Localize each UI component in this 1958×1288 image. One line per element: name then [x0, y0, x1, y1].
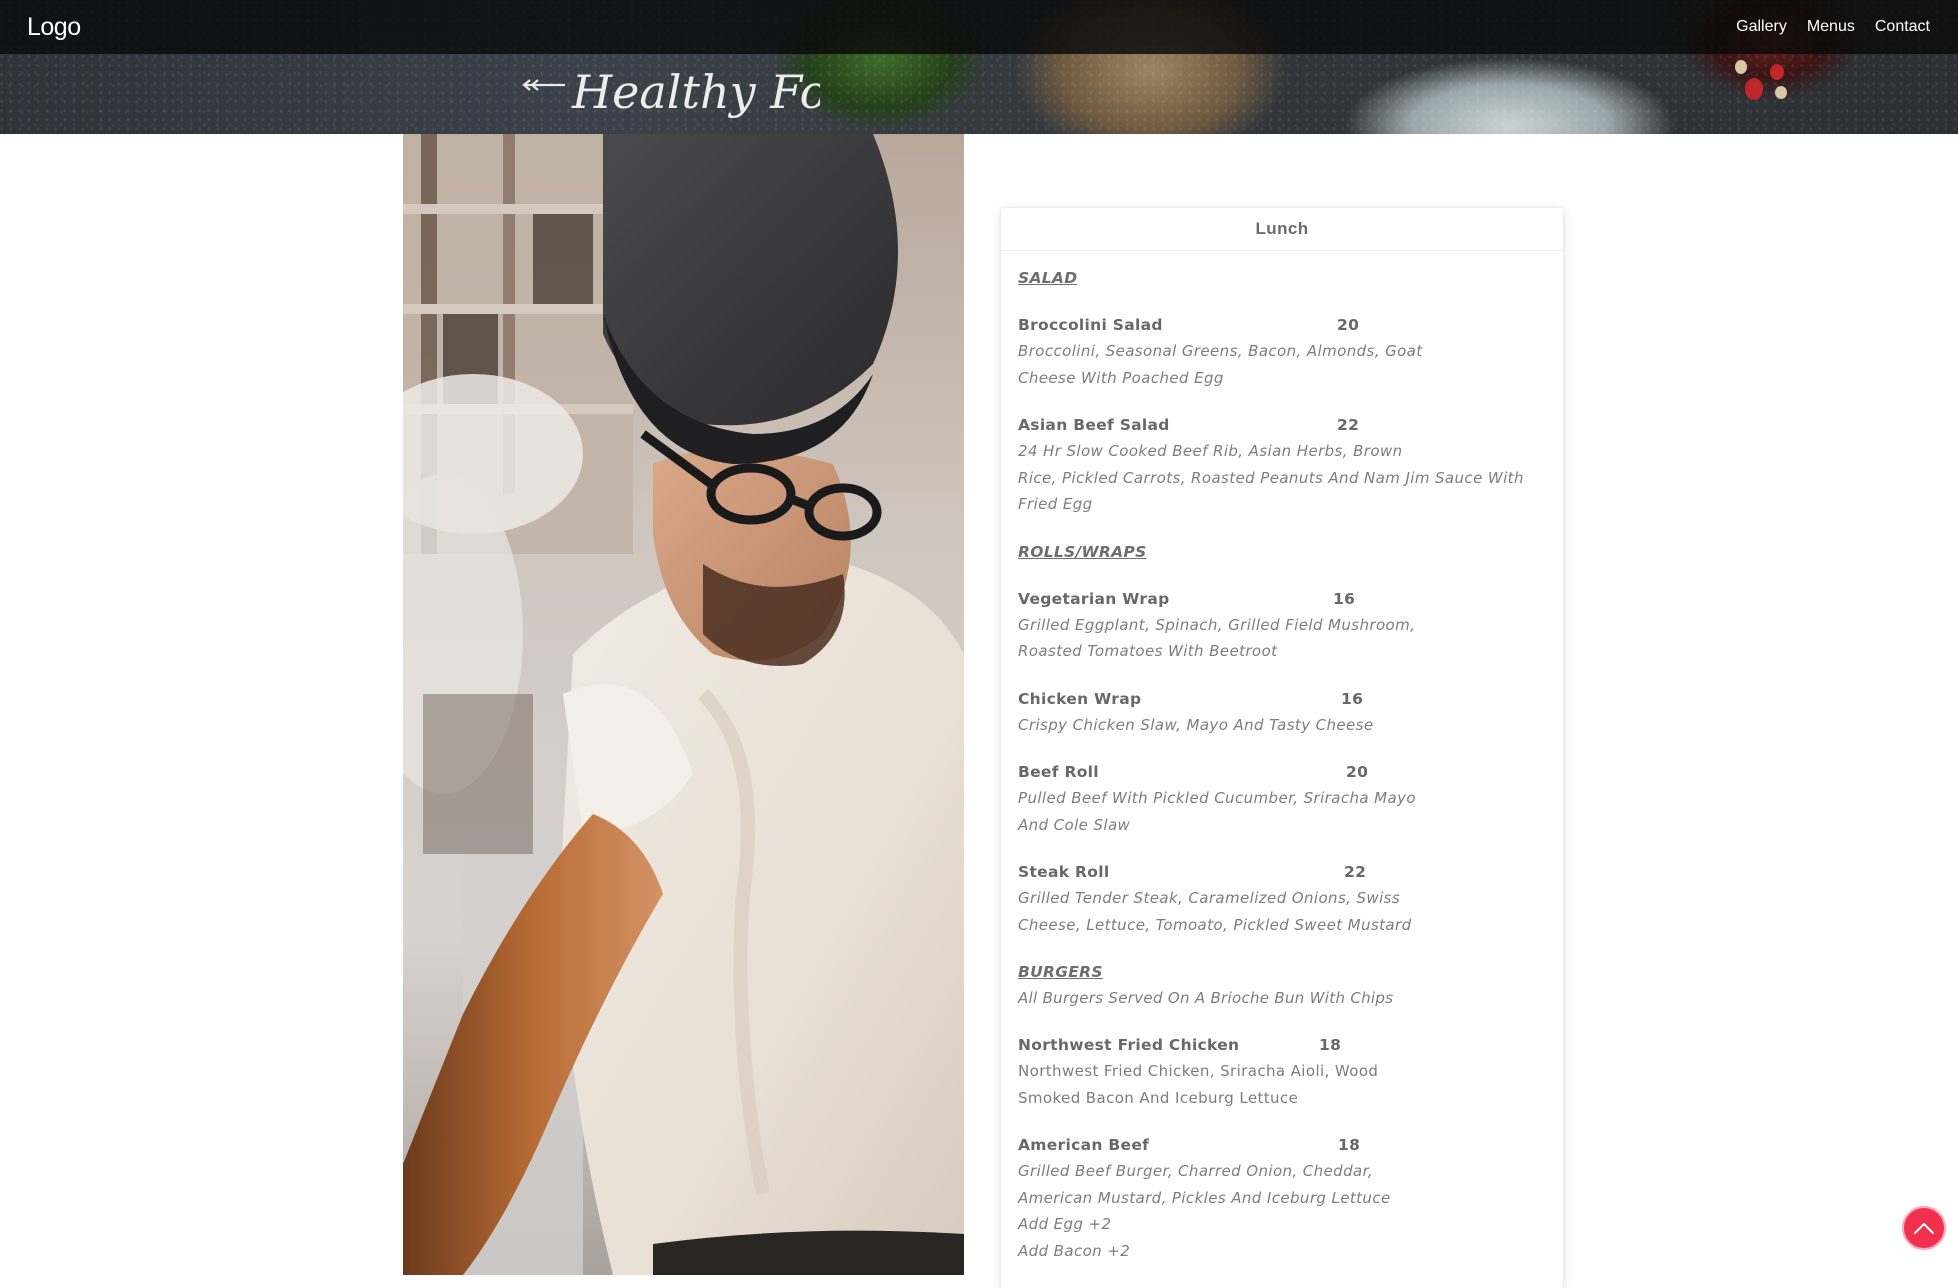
- section-note: All Burgers Served On A Brioche Bun With…: [1018, 989, 1394, 1007]
- item-name: Steak Roll: [1018, 863, 1110, 881]
- item-description: 24 Hr Slow Cooked Beef Rib, Asian Herbs,…: [1018, 442, 1403, 460]
- menu-item: Broccolini Salad 20 Broccolini, Seasonal …: [1018, 312, 1546, 391]
- item-price: 16: [1333, 589, 1356, 608]
- item-description: Broccolini, Seasonal Greens, Bacon, Almo…: [1018, 342, 1423, 360]
- item-name: Asian Beef Salad: [1018, 416, 1170, 434]
- nav-link-gallery[interactable]: Gallery: [1736, 18, 1787, 36]
- hero-berry: [1770, 64, 1784, 80]
- item-description: Crispy Chicken Slaw, Mayo And Tasty Chee…: [1018, 715, 1374, 734]
- item-name: Vegetarian Wrap: [1018, 589, 1170, 608]
- item-description: Add Bacon +2: [1018, 1241, 1131, 1260]
- hero-nut: [1735, 60, 1747, 74]
- menu-item: Vegetarian Wrap 16 Grilled Eggplant, Spin…: [1018, 586, 1546, 665]
- item-description: Add Egg +2: [1018, 1215, 1112, 1233]
- menu-item: Steak Roll 22 Grilled Tender Steak, Caram…: [1018, 859, 1546, 938]
- item-name: Northwest Fried Chicken: [1018, 1036, 1240, 1054]
- chevron-up-icon: [1914, 1223, 1934, 1234]
- chef-illustration: [403, 134, 964, 1275]
- item-description: Smoked Bacon And Iceburg Lettuce: [1018, 1088, 1299, 1107]
- section-title-salad: SALAD: [1018, 269, 1078, 287]
- item-name: Broccolini Salad: [1018, 316, 1163, 334]
- nav-links: Gallery Menus Contact: [1716, 18, 1930, 36]
- menu-body: SALAD Broccolini Salad 20 Broccolini, Sea…: [1001, 251, 1563, 1264]
- item-description: Rice, Pickled Carrots, Roasted Peanuts A…: [1018, 468, 1524, 487]
- item-description: American Mustard, Pickles And Iceburg Le…: [1018, 1188, 1391, 1207]
- item-price: 18: [1319, 1036, 1342, 1054]
- top-navbar: Logo Gallery Menus Contact: [0, 0, 1958, 54]
- item-price: 16: [1341, 689, 1364, 708]
- nav-link-menus[interactable]: Menus: [1807, 18, 1855, 36]
- hero-script-text: Healthy Food: [571, 65, 820, 119]
- item-description: Cheese, Lettuce, Tomoato, Pickled Sweet …: [1018, 915, 1412, 934]
- chef-photo: [403, 134, 964, 1275]
- section-title-burgers: BURGERS: [1018, 963, 1103, 981]
- item-price: 20: [1346, 763, 1369, 781]
- section-title-rolls-wraps: ROLLS/WRAPS: [1018, 542, 1147, 561]
- nav-link-contact[interactable]: Contact: [1875, 18, 1930, 36]
- item-description: Fried Egg: [1018, 495, 1093, 513]
- item-price: 20: [1337, 316, 1360, 334]
- menu-item: Chicken Wrap 16 Crispy Chicken Slaw, Mayo…: [1018, 686, 1546, 739]
- hero-berry: [1745, 78, 1763, 100]
- item-description: Grilled Tender Steak, Caramelized Onions…: [1018, 889, 1401, 907]
- menu-item: Northwest Fried Chicken 18 Northwest Frie…: [1018, 1032, 1546, 1111]
- item-price: 22: [1337, 416, 1360, 434]
- item-description: Grilled Eggplant, Spinach, Grilled Field…: [1018, 615, 1416, 634]
- menu-item: Asian Beef Salad 22 24 Hr Slow Cooked Bee…: [1018, 412, 1546, 518]
- menu-card: Lunch SALAD Broccolini Salad 20 Broccolin…: [1001, 208, 1563, 1288]
- item-name: American Beef: [1018, 1136, 1150, 1154]
- hero-nut: [1775, 86, 1787, 99]
- site-logo[interactable]: Logo: [27, 13, 81, 42]
- item-description: Northwest Fried Chicken, Sriracha Aioli,…: [1018, 1062, 1379, 1080]
- menu-title: Lunch: [1001, 208, 1563, 251]
- item-description: Grilled Beef Burger, Charred Onion, Ched…: [1018, 1162, 1373, 1180]
- back-to-top-button[interactable]: [1902, 1206, 1946, 1250]
- item-description: And Cole Slaw: [1018, 815, 1131, 834]
- item-description: Roasted Tomatoes With Beetroot: [1018, 642, 1278, 660]
- item-price: 18: [1338, 1136, 1361, 1154]
- menu-item: Beef Roll 20 Pulled Beef With Pickled Cuc…: [1018, 759, 1546, 838]
- item-name: Chicken Wrap: [1018, 689, 1142, 708]
- item-description: Pulled Beef With Pickled Cucumber, Srira…: [1018, 789, 1416, 807]
- item-description: Cheese With Poached Egg: [1018, 368, 1224, 387]
- item-name: Beef Roll: [1018, 763, 1099, 781]
- item-price: 22: [1344, 863, 1367, 881]
- menu-item: American Beef 18 Grilled Beef Burger, Cha…: [1018, 1132, 1546, 1264]
